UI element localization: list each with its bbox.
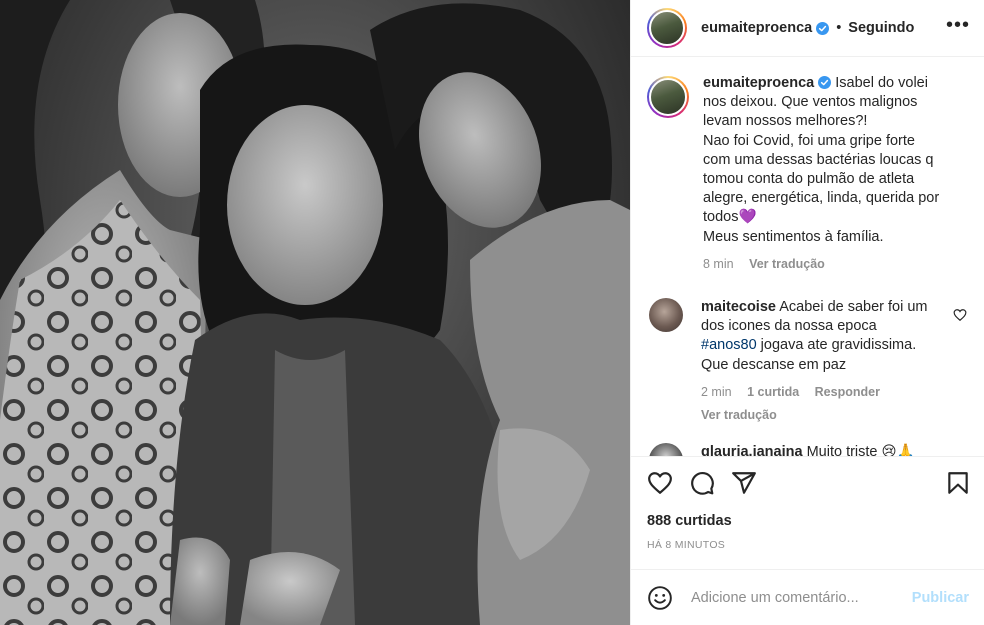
comment-input[interactable]: Adicione um comentário...: [691, 590, 912, 606]
caption-translate-link[interactable]: Ver tradução: [749, 257, 825, 271]
caption-line: Nao foi Covid, foi uma gripe forte: [703, 132, 915, 149]
comment-avatar[interactable]: [649, 443, 683, 456]
caption-line: Isabel do volei: [835, 75, 928, 91]
header-separator: •: [836, 20, 842, 36]
post-caption: eumaiteproenca Isabel do volei nos deixo…: [647, 74, 967, 274]
caption-line: todos💜: [703, 209, 757, 226]
comment-text: Acabei de saber foi um: [779, 299, 928, 316]
comments-scroll-area[interactable]: eumaiteproenca Isabel do volei nos deixo…: [631, 58, 984, 456]
caption-time[interactable]: 8 min: [703, 257, 734, 271]
caption-line: Meus sentimentos à família.: [703, 228, 884, 245]
caption-username[interactable]: eumaiteproenca: [703, 75, 814, 91]
comment-bubble-icon[interactable]: [689, 470, 715, 496]
comment-text: Muito triste 😢🙏: [806, 444, 915, 456]
bookmark-icon[interactable]: [945, 470, 971, 496]
caption-line: alegre, energética, linda, querida por: [703, 190, 940, 207]
verified-badge-icon: [818, 76, 832, 89]
comment-reply-button[interactable]: Responder: [815, 385, 880, 399]
comment-hashtag-link[interactable]: #anos80: [701, 337, 757, 353]
photo-illustration: [0, 0, 630, 625]
verified-badge-icon: [816, 21, 830, 35]
likes-count[interactable]: 888 curtidas: [631, 513, 984, 529]
add-comment-bar: Adicione um comentário... Publicar: [631, 569, 984, 625]
action-icons-row: [631, 457, 984, 509]
author-avatar[interactable]: [647, 8, 687, 48]
caption-avatar[interactable]: [647, 76, 689, 118]
comment-username[interactable]: glauria.janaina: [701, 444, 803, 456]
instagram-post: eumaiteproenca • Seguindo ••• eumaitepro…: [0, 0, 984, 625]
comment-likes-link[interactable]: 1 curtida: [747, 385, 799, 399]
comment-meta: 2 min 1 curtida Responder: [701, 383, 951, 402]
post-actions: 888 curtidas HÁ 8 MINUTOS Adicione um co…: [631, 456, 984, 616]
comment-text: Que descanse em paz: [701, 356, 847, 373]
post-photo[interactable]: [0, 0, 630, 625]
comment-text: jogava ate gravidissima.: [756, 337, 917, 354]
more-dots-icon[interactable]: •••: [946, 15, 970, 41]
caption-line: com uma dessas bactérias loucas q: [703, 151, 934, 168]
comment-meta-2: Ver tradução: [701, 406, 951, 425]
caption-line: tomou conta do pulmão de atleta: [703, 171, 915, 188]
header-username[interactable]: eumaiteproenca: [701, 20, 812, 36]
comment-avatar[interactable]: [649, 298, 683, 333]
following-button[interactable]: Seguindo: [848, 20, 914, 36]
paper-plane-icon[interactable]: [731, 470, 757, 496]
comment-text: dos icones da nossa epoca: [701, 318, 877, 335]
comment-item: glauria.janaina Muito triste 😢🙏: [647, 443, 967, 456]
post-timestamp[interactable]: HÁ 8 MINUTOS: [631, 539, 984, 551]
post-side-panel: eumaiteproenca • Seguindo ••• eumaitepro…: [630, 0, 984, 625]
comment-translate-link[interactable]: Ver tradução: [701, 408, 777, 422]
comment-like-heart-icon[interactable]: [953, 308, 967, 322]
smiley-icon[interactable]: [647, 585, 673, 611]
comment-time[interactable]: 2 min: [701, 385, 732, 399]
caption-line: nos deixou. Que ventos malignos: [703, 94, 918, 111]
comment-item: maitecoise Acabei de saber foi um dos ic…: [647, 298, 967, 425]
caption-meta: 8 min Ver tradução: [703, 255, 939, 274]
publish-button[interactable]: Publicar: [912, 590, 969, 606]
heart-icon[interactable]: [647, 470, 673, 496]
post-header: eumaiteproenca • Seguindo •••: [631, 0, 984, 57]
comment-username[interactable]: maitecoise: [701, 299, 776, 315]
caption-line: levam nossos melhores?!: [703, 113, 868, 130]
